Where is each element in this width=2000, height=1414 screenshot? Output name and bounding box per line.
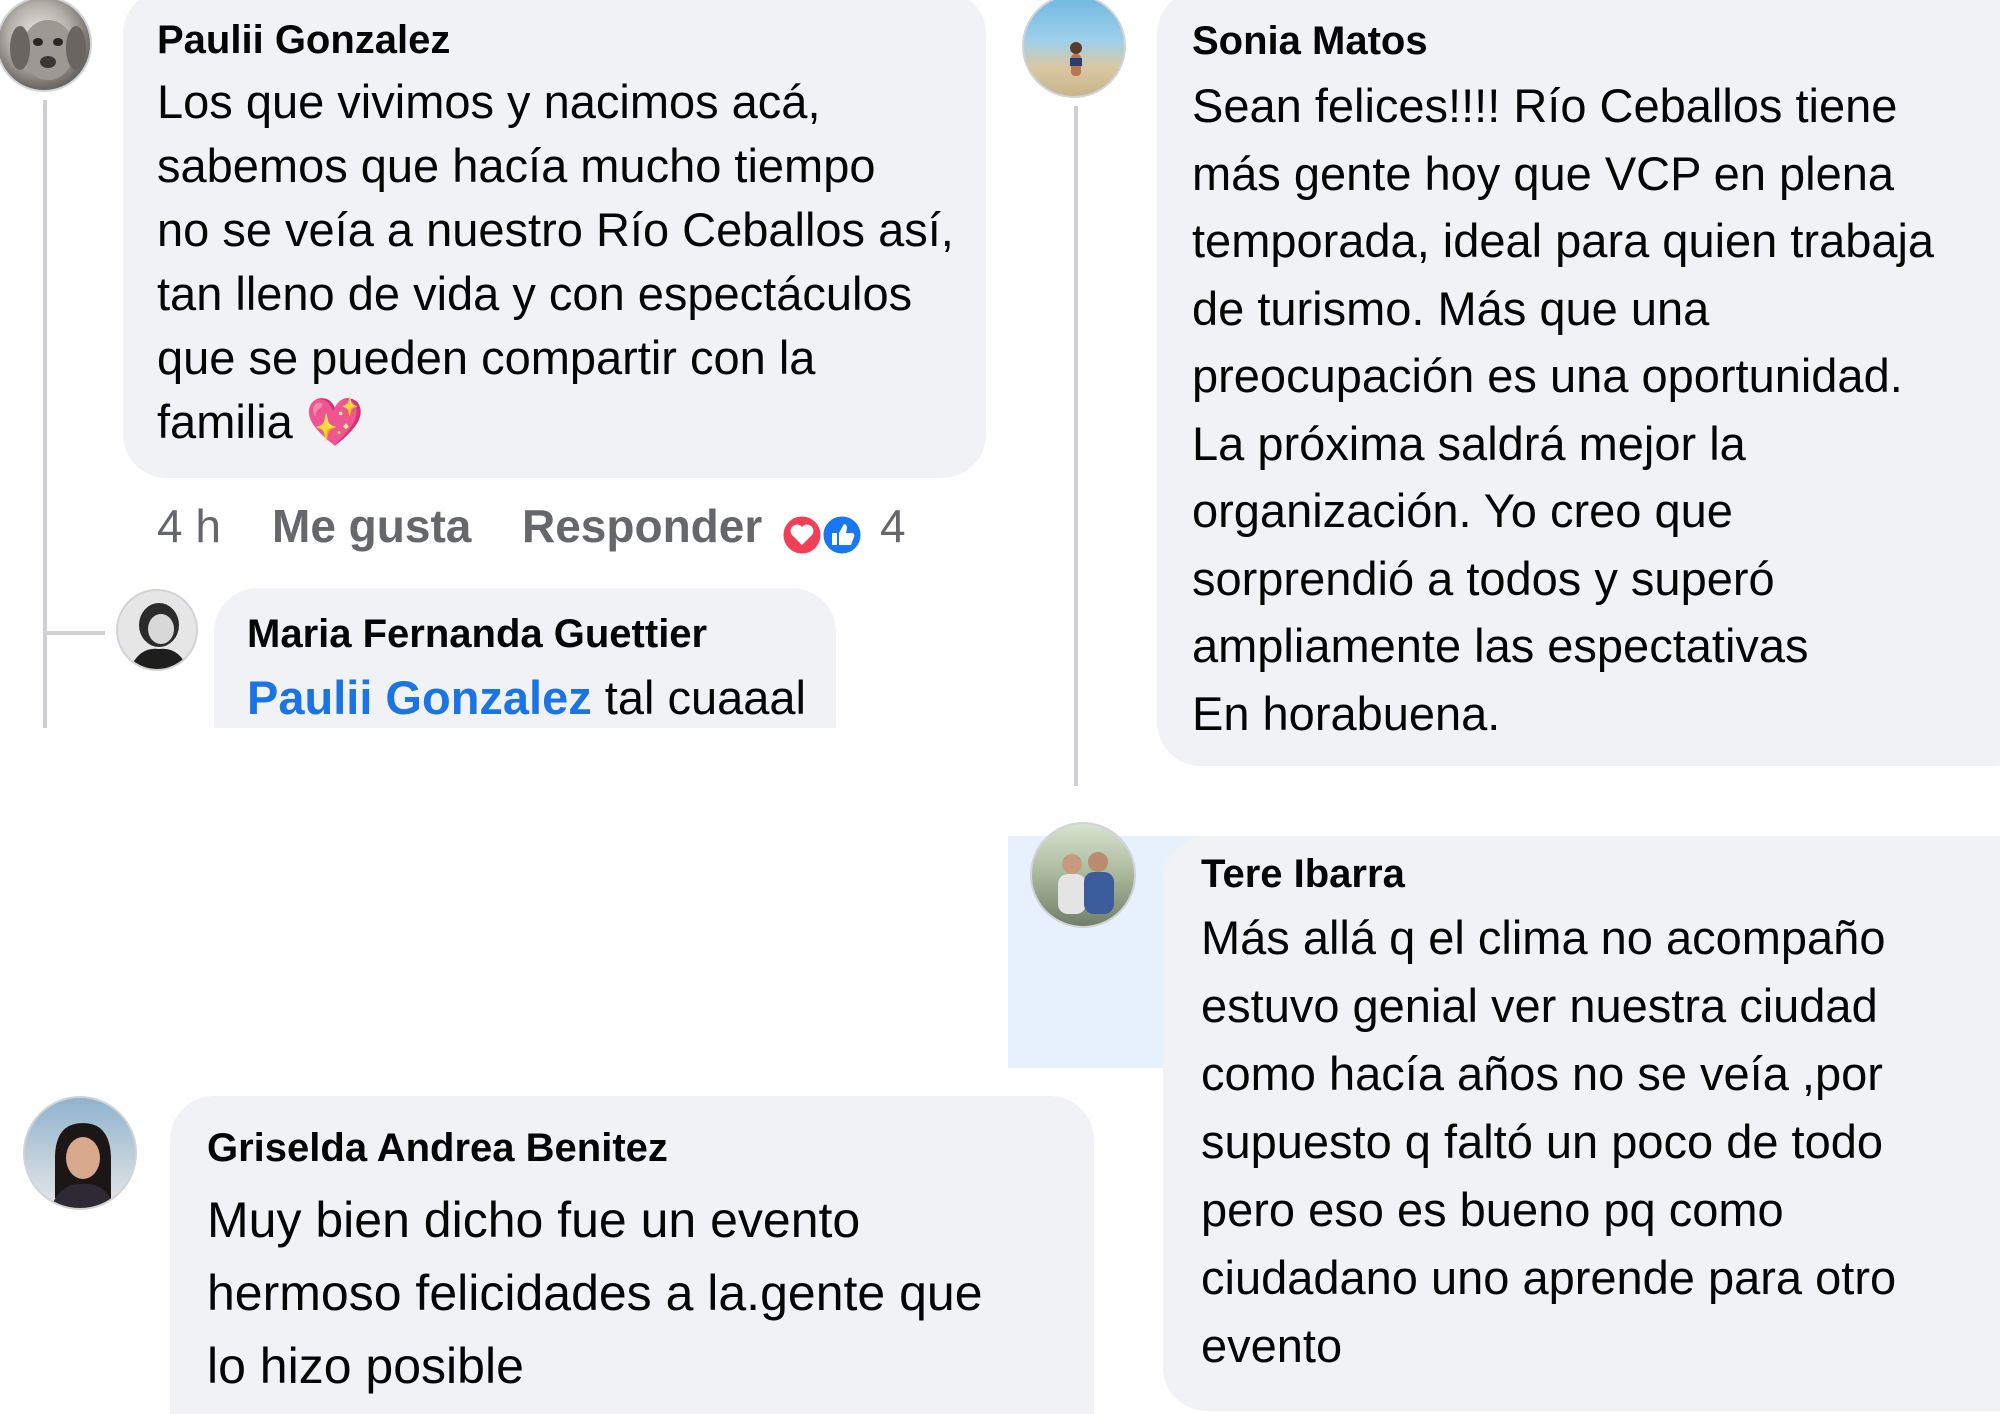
- comment-meta: 4 h: [157, 498, 221, 554]
- sparkling-heart-emoji: 💖: [305, 395, 365, 450]
- like-reaction-icon: [820, 513, 864, 557]
- reply-bubble-clip: Maria Fernanda Guettier Paulii Gonzalez …: [214, 588, 836, 728]
- thread-line: [1074, 106, 1078, 786]
- mention-link[interactable]: Paulii Gonzalez: [247, 671, 592, 724]
- reaction-count: 4: [880, 500, 906, 552]
- beach-avatar-image: [1070, 42, 1082, 76]
- comment-text: Más allá q el clima no acompaño estuvo g…: [1201, 911, 1897, 1372]
- comment-author[interactable]: Maria Fernanda Guettier: [247, 610, 707, 658]
- reply-button[interactable]: Responder: [522, 500, 762, 552]
- comment-text: Los que vivimos y nacimos acá, sabemos q…: [157, 75, 954, 450]
- woman-avatar-image: [50, 1123, 116, 1208]
- comment-text: Sean felices!!!! Río Ceballos tiene más …: [1192, 79, 1935, 740]
- dog-avatar-image: [10, 20, 86, 80]
- comment-time[interactable]: 4 h: [157, 500, 221, 552]
- reaction-icons: [780, 513, 864, 557]
- thread-branch: [43, 631, 105, 635]
- couple-avatar-image: [1058, 852, 1114, 914]
- avatar-griselda[interactable]: [23, 1096, 137, 1210]
- avatar-paulii[interactable]: [0, 0, 92, 92]
- comment-author[interactable]: Tere Ibarra: [1201, 850, 1405, 898]
- comment-text: Muy bien dicho fue un evento hermoso fel…: [207, 1192, 983, 1394]
- heart-reaction-icon: [780, 513, 824, 557]
- avatar-tere[interactable]: [1030, 822, 1136, 928]
- avatar-maria[interactable]: [116, 589, 198, 671]
- comment-author[interactable]: Paulii Gonzalez: [157, 16, 450, 64]
- comment-author[interactable]: Griselda Andrea Benitez: [207, 1124, 668, 1172]
- avatar-sonia[interactable]: [1022, 0, 1126, 98]
- bw-avatar-image: [129, 603, 189, 669]
- comment-text: Paulii Gonzalez tal cuaaal: [247, 671, 807, 724]
- like-button[interactable]: Me gusta: [272, 500, 471, 552]
- reaction-summary[interactable]: 4: [780, 500, 920, 560]
- comment-author[interactable]: Sonia Matos: [1192, 17, 1428, 65]
